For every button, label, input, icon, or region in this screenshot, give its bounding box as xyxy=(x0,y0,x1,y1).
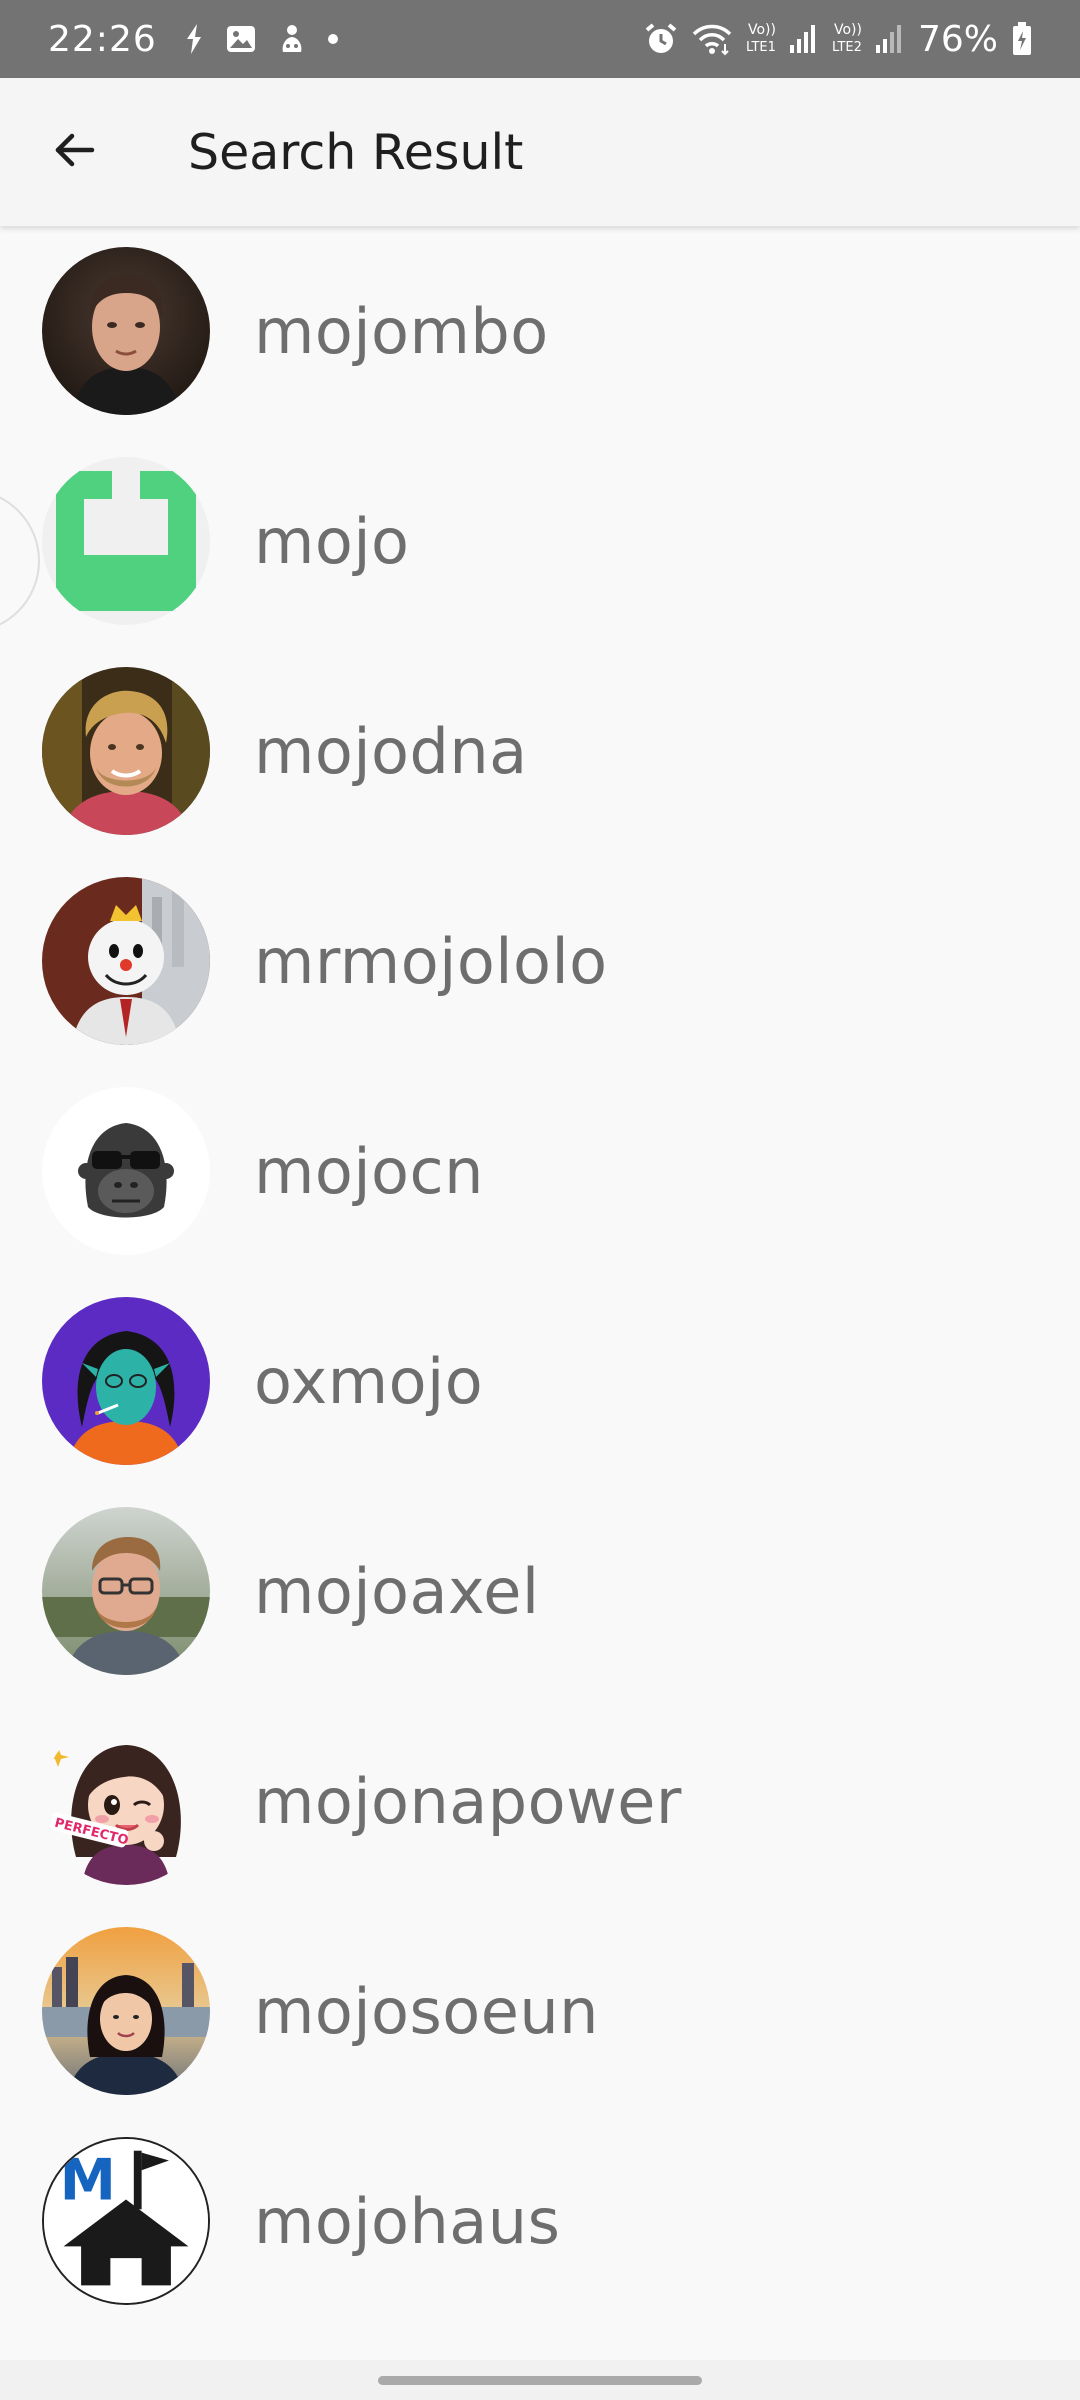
username: mojombo xyxy=(254,294,549,368)
mojohaus-logo-letter: M xyxy=(60,2148,116,2214)
avatar xyxy=(42,1507,210,1675)
sync-icon xyxy=(183,22,205,56)
lte1-label-top: Vo)) xyxy=(748,22,776,38)
username: mojoaxel xyxy=(254,1554,540,1628)
avatar xyxy=(42,877,210,1045)
list-item[interactable]: oxmojo xyxy=(0,1276,1080,1486)
battery-charging-icon xyxy=(1012,22,1032,56)
lte2-signal-icon: Vo)) LTE2 xyxy=(832,19,904,59)
list-item[interactable]: mojombo xyxy=(0,226,1080,436)
wifi-icon xyxy=(692,22,732,56)
app-bar: Search Result xyxy=(0,78,1080,226)
lte2-label-top: Vo)) xyxy=(834,22,862,38)
gallery-icon xyxy=(225,23,257,55)
list-item[interactable]: mojodna xyxy=(0,646,1080,856)
list-item[interactable]: mrmojololo xyxy=(0,856,1080,1066)
list-item[interactable]: mojosoeun xyxy=(0,1906,1080,2116)
username: oxmojo xyxy=(254,1344,484,1418)
list-item[interactable]: mojo xyxy=(0,436,1080,646)
dot-icon xyxy=(327,33,339,45)
username: mojocn xyxy=(254,1134,484,1208)
avatar xyxy=(42,1297,210,1465)
avatar xyxy=(42,1927,210,2095)
status-time: 22:26 xyxy=(48,18,157,60)
avatar xyxy=(42,1087,210,1255)
username: mojo xyxy=(254,504,410,578)
username: mojonapower xyxy=(254,1764,682,1838)
back-button[interactable] xyxy=(0,78,148,226)
avatar: PERFECTO xyxy=(42,1717,210,1885)
arrow-back-icon xyxy=(50,126,98,179)
results-list: mojombo mojo mojodna mrmojololo mojocn o… xyxy=(0,226,1080,2326)
list-item[interactable]: mojocn xyxy=(0,1066,1080,1276)
battery-percentage: 76% xyxy=(917,18,998,60)
alarm-icon xyxy=(644,22,678,56)
list-item[interactable]: M mojohaus xyxy=(0,2116,1080,2326)
username: mrmojololo xyxy=(254,924,608,998)
list-item[interactable]: PERFECTO mojonapower xyxy=(0,1696,1080,1906)
username: mojohaus xyxy=(254,2184,561,2258)
username: mojodna xyxy=(254,714,528,788)
search-results: mojombo mojo mojodna mrmojololo mojocn o… xyxy=(0,226,1080,2360)
lte1-signal-icon: Vo)) LTE1 xyxy=(746,19,818,59)
username: mojosoeun xyxy=(254,1974,599,2048)
game-icon xyxy=(277,22,307,56)
avatar: M xyxy=(42,2137,210,2305)
status-left-icons xyxy=(183,22,339,56)
home-indicator[interactable] xyxy=(378,2376,702,2385)
status-bar: 22:26 Vo)) LTE1 Vo)) LTE2 76% xyxy=(0,0,1080,78)
lte1-label-bottom: LTE1 xyxy=(746,40,776,55)
list-item[interactable]: mojoaxel xyxy=(0,1486,1080,1696)
status-right-icons: Vo)) LTE1 Vo)) LTE2 76% xyxy=(644,19,1032,60)
avatar xyxy=(42,667,210,835)
avatar xyxy=(42,247,210,415)
navigation-bar xyxy=(0,2360,1080,2400)
page-title: Search Result xyxy=(188,123,524,181)
lte2-label-bottom: LTE2 xyxy=(832,40,862,55)
avatar xyxy=(42,457,210,625)
